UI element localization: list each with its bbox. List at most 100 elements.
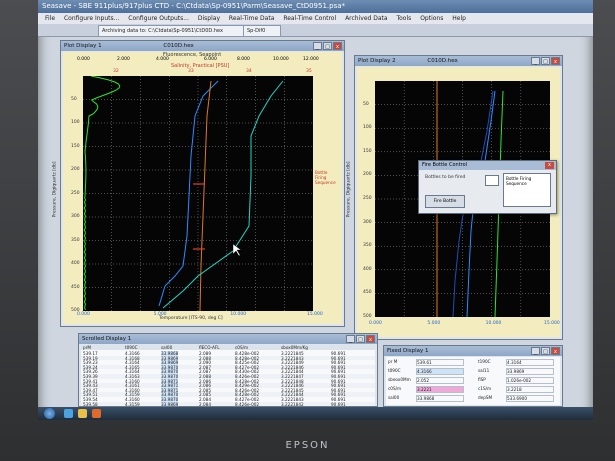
fixed-display-window[interactable]: Fixed Display 1 _ □ x pr M 539.61 t090C 4.316… bbox=[383, 345, 563, 407]
plot1-top-tick: 2.000 bbox=[117, 57, 130, 62]
close-icon[interactable]: x bbox=[333, 42, 342, 50]
x-tick-label: 15.000 bbox=[544, 321, 560, 326]
table-cell: 3.2221842 bbox=[281, 401, 304, 406]
y-tick-label: 400 bbox=[71, 261, 80, 266]
plot-display-1-area: Fluorescence, Seapoint Salinity, Practic… bbox=[53, 52, 342, 324]
plot1-x-axis-label: Temperature [ITS-90, deg C] bbox=[159, 316, 223, 321]
menu-configure-inputs[interactable]: Configure Inputs... bbox=[64, 15, 119, 22]
y-tick-label: 50 bbox=[71, 96, 77, 102]
tab-archiving[interactable]: Archiving data to: C:\Ctdata\Sp-0951\CtD… bbox=[98, 25, 246, 37]
fixed-label: sal00 bbox=[388, 395, 400, 400]
menu-file[interactable]: File bbox=[45, 15, 55, 22]
y-tick-label: 300 bbox=[71, 214, 80, 219]
dialog-title: Fire Bottle Control bbox=[422, 162, 468, 168]
fixed-label: c0S/m bbox=[388, 386, 402, 391]
maximize-icon[interactable]: □ bbox=[323, 42, 332, 50]
scrolled-data-table[interactable]: prM t090C sal00 flECO-AFL c0S/m sbox0Mm/Kg 539… bbox=[81, 345, 375, 406]
plot2-y-axis-label: Pressure, Digiquartz [db] bbox=[346, 161, 352, 218]
fixed-value: 4.3164 bbox=[506, 359, 554, 366]
firing-sequence-status: Bottle Firing Sequence bbox=[506, 176, 532, 186]
plot-display-2-title-bar[interactable]: Plot Display 2 C010D.hex _ □ x bbox=[355, 56, 562, 66]
fixed-label: c1S/m bbox=[478, 386, 492, 391]
menu-real-time-control[interactable]: Real-Time Control bbox=[283, 15, 336, 22]
fixed-value: 2.052 bbox=[416, 377, 464, 384]
plot-display-2-title: Plot Display 2 bbox=[358, 58, 396, 64]
x-tick-label: 10.000 bbox=[485, 321, 502, 326]
close-icon[interactable]: x bbox=[366, 335, 375, 343]
media-icon[interactable] bbox=[92, 409, 101, 418]
app-title-bar: Seasave - SBE 911plus/917plus CTD - C:\C… bbox=[38, 0, 593, 13]
column-header: c0S/m bbox=[235, 345, 249, 350]
firing-sequence-list[interactable]: Bottle Firing Sequence bbox=[503, 173, 551, 207]
y-tick-label: 350 bbox=[363, 243, 372, 249]
minimize-icon[interactable]: _ bbox=[531, 57, 540, 65]
menu-options[interactable]: Options bbox=[420, 15, 443, 22]
table-cell: 4.3159 bbox=[125, 401, 140, 406]
plot1-top-tick: 10.000 bbox=[273, 57, 289, 62]
plot-display-1-buttons: _ □ x bbox=[312, 42, 342, 51]
minimize-icon[interactable]: _ bbox=[531, 347, 540, 355]
menu-archived-data[interactable]: Archived Data bbox=[345, 15, 388, 22]
maximize-icon[interactable]: □ bbox=[356, 335, 365, 343]
fixed-display-title: Fixed Display 1 bbox=[387, 348, 429, 354]
tab-sp-dif[interactable]: Sp-Dif0 bbox=[243, 25, 281, 37]
menu-help[interactable]: Help bbox=[452, 15, 466, 22]
menu-bar: File Configure Inputs... Configure Outpu… bbox=[38, 13, 593, 24]
fixed-value: 1.026e-002 bbox=[506, 377, 554, 384]
fire-bottle-dialog[interactable]: Fire Bottle Control x Bottles to be fire… bbox=[418, 160, 557, 214]
maximize-icon[interactable]: □ bbox=[541, 57, 550, 65]
dialog-title-bar[interactable]: Fire Bottle Control x bbox=[419, 161, 556, 170]
scrolled-display-window[interactable]: Scrolled Display 1 _ □ x prM t090C sal00 flEC… bbox=[78, 333, 378, 407]
y-tick-label: 200 bbox=[363, 172, 372, 178]
fixed-value: 33.9868 bbox=[416, 395, 464, 402]
close-icon[interactable]: x bbox=[551, 57, 560, 65]
table-cell: 2.084 bbox=[199, 401, 211, 406]
minimize-icon[interactable]: _ bbox=[313, 42, 322, 50]
fixed-label: t090C bbox=[388, 368, 401, 373]
fixed-display-buttons: _ □ x bbox=[530, 347, 560, 356]
x-tick-label: 10.000 bbox=[230, 312, 247, 317]
menu-display[interactable]: Display bbox=[198, 15, 220, 22]
plot1-y-axis-label: Pressure, Digiquartz [db] bbox=[52, 161, 58, 218]
menu-tools[interactable]: Tools bbox=[396, 15, 411, 22]
fixed-label: depSM bbox=[478, 395, 493, 400]
y-tick-label: 500 bbox=[363, 314, 372, 319]
plot-display-1-window[interactable]: Plot Display 1 C010D.hex _ □ x Fluorescenc… bbox=[53, 40, 345, 327]
scrolled-display-title-bar[interactable]: Scrolled Display 1 _ □ x bbox=[79, 334, 377, 344]
plot1-canvas bbox=[83, 75, 313, 312]
column-header: sbox0Mm/Kg bbox=[281, 345, 308, 350]
fixed-label: flSP bbox=[478, 377, 486, 382]
plot1-top-tick: 12.000 bbox=[303, 57, 319, 62]
minimize-icon[interactable]: _ bbox=[346, 335, 355, 343]
fixed-label: pr M bbox=[388, 359, 398, 364]
monitor-bezel: Seasave - SBE 911plus/917plus CTD - C:\C… bbox=[0, 0, 615, 461]
salinity-trace bbox=[199, 80, 212, 312]
fixed-value: 539.61 bbox=[416, 359, 464, 366]
column-header: prM bbox=[83, 345, 91, 350]
fire-bottle-button[interactable]: Fire Bottle bbox=[425, 195, 465, 208]
plot1-top-tick: 8.000 bbox=[237, 57, 250, 62]
fixed-value: 3.2218 bbox=[506, 386, 554, 393]
x-tick-label: 5.000 bbox=[427, 321, 441, 326]
plot1-top-tick: 0.000 bbox=[77, 57, 90, 62]
plot1-top-tick: 6.000 bbox=[204, 57, 217, 62]
fixed-display-title-bar[interactable]: Fixed Display 1 _ □ x bbox=[384, 346, 562, 356]
plot-display-1-file: C010D.hex bbox=[163, 43, 194, 49]
bottle-number-input[interactable] bbox=[485, 175, 499, 186]
close-icon[interactable]: x bbox=[545, 162, 554, 169]
plot1-svg bbox=[83, 75, 313, 312]
monitor-brand: EPSON bbox=[285, 440, 330, 451]
plot1-sal-tick: 32 bbox=[113, 69, 119, 74]
plot-display-1-title-bar[interactable]: Plot Display 1 C010D.hex _ □ x bbox=[61, 41, 344, 51]
close-icon[interactable]: x bbox=[551, 347, 560, 355]
menu-configure-outputs[interactable]: Configure Outputs... bbox=[128, 15, 189, 22]
maximize-icon[interactable]: □ bbox=[541, 347, 550, 355]
y-tick-label: 400 bbox=[363, 266, 372, 272]
x-tick-label: 0.000 bbox=[369, 321, 382, 326]
folder-icon[interactable] bbox=[78, 409, 87, 418]
ie-icon[interactable] bbox=[64, 409, 73, 418]
menu-real-time-data[interactable]: Real-Time Data bbox=[229, 15, 274, 22]
table-cell: 90.691 bbox=[331, 401, 346, 406]
column-header: sal00 bbox=[161, 345, 173, 350]
start-orb-icon[interactable] bbox=[44, 408, 55, 419]
